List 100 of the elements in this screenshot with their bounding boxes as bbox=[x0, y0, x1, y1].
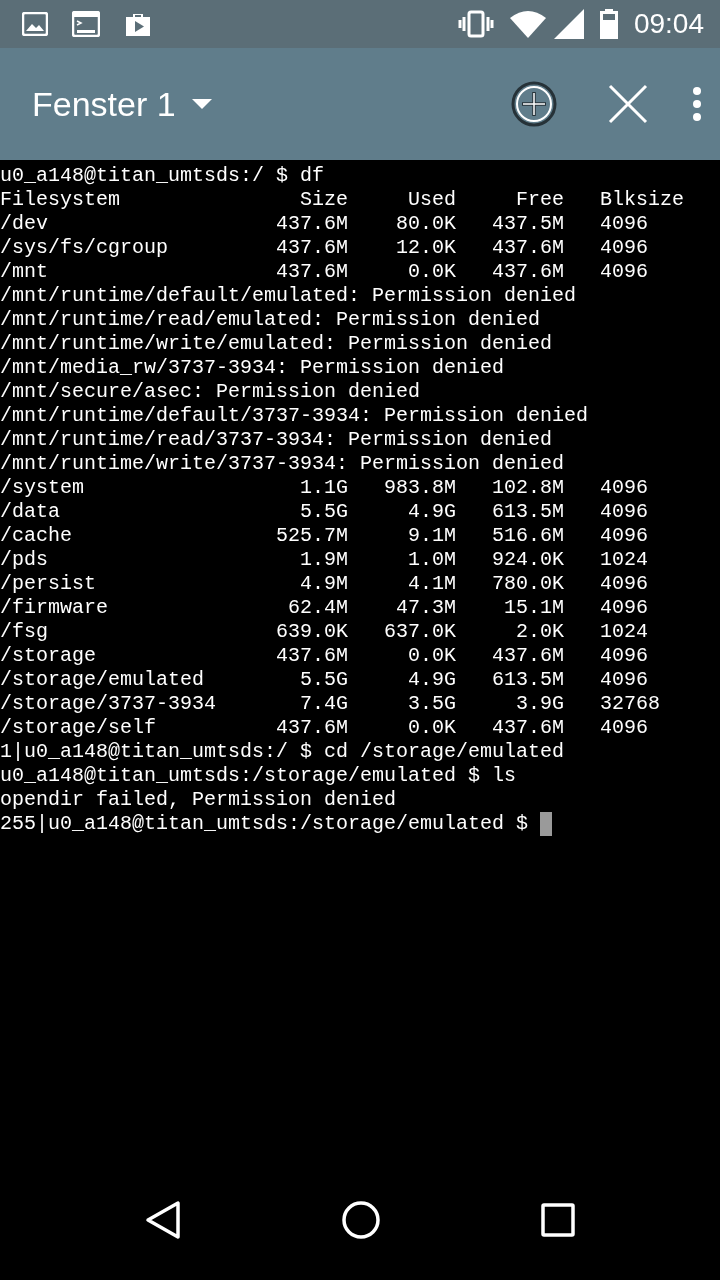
table-cell-text: 0.0K bbox=[407, 644, 457, 668]
table-cell-text: /cache bbox=[0, 524, 73, 548]
table-cell-text: 102.8M bbox=[491, 476, 565, 500]
column-header: Size bbox=[299, 188, 349, 212]
table-cell-text: 983.8M bbox=[383, 476, 457, 500]
vibrate-icon bbox=[457, 10, 494, 38]
table-cell-text: 437.6M bbox=[275, 260, 349, 284]
table-cell-text: 3.9G bbox=[515, 692, 565, 716]
table-cell-text: /storage/3737-3934 bbox=[0, 692, 218, 716]
menu-button[interactable] bbox=[692, 87, 702, 121]
table-cell-text: /sys/fs/cgroup bbox=[0, 236, 170, 260]
terminal-line: /mnt/media_rw/3737-3934: Permission denied bbox=[0, 356, 505, 379]
table-cell-text: 437.5M bbox=[491, 212, 565, 236]
table-cell-text: 4096 bbox=[600, 644, 650, 668]
table-cell-text: 4096 bbox=[600, 500, 650, 524]
table-cell-text: 4.9G bbox=[407, 500, 457, 524]
table-cell-text: 7.4G bbox=[299, 692, 349, 716]
table-cell-text: /storage bbox=[0, 644, 97, 668]
terminal-icon bbox=[72, 11, 100, 37]
table-cell-text: 437.6M bbox=[275, 716, 349, 740]
column-header: Filesystem bbox=[0, 188, 122, 212]
table-cell-text: 4096 bbox=[600, 572, 650, 596]
table-cell-text: 0.0K bbox=[407, 716, 457, 740]
table-cell-text: 4096 bbox=[600, 596, 650, 620]
table-cell-text: 437.6M bbox=[491, 644, 565, 668]
column-header: Blksize bbox=[600, 188, 686, 212]
table-cell-text: 780.0K bbox=[491, 572, 565, 596]
table-cell-text: 4096 bbox=[600, 260, 650, 284]
recents-button[interactable] bbox=[541, 1203, 575, 1237]
home-button[interactable] bbox=[341, 1200, 381, 1240]
table-cell-text: 4.9M bbox=[299, 572, 349, 596]
table-cell-text: 1.1G bbox=[299, 476, 349, 500]
table-cell-text: /data bbox=[0, 500, 61, 524]
status-time: 09:04 bbox=[633, 7, 704, 41]
add-button[interactable] bbox=[510, 80, 558, 128]
terminal-line: 255|u0_a148@titan_umtsds:/storage/emulated $ bbox=[0, 812, 529, 835]
terminal-line: /mnt/runtime/write/emulated: Permission denied bbox=[0, 332, 553, 355]
table-cell-text: 0.0K bbox=[407, 260, 457, 284]
terminal-line: u0_a148@titan_umtsds:/ $ df bbox=[0, 164, 325, 187]
column-header: Used bbox=[407, 188, 457, 212]
table-cell-text: 637.0K bbox=[383, 620, 457, 644]
table-cell-text: 613.5M bbox=[491, 668, 565, 692]
table-cell-text: 516.6M bbox=[491, 524, 565, 548]
table-cell-text: 9.1M bbox=[407, 524, 457, 548]
table-cell-text: 4.9G bbox=[407, 668, 457, 692]
table-cell-text: 5.5G bbox=[299, 668, 349, 692]
terminal-line: opendir failed, Permission denied bbox=[0, 788, 397, 811]
terminal-line: /mnt/runtime/write/3737-3934: Permission denied bbox=[0, 452, 565, 475]
terminal-line: u0_a148@titan_umtsds:/storage/emulated $ ls bbox=[0, 764, 517, 787]
table-cell-text: /system bbox=[0, 476, 85, 500]
table-cell-text: /storage/emulated bbox=[0, 668, 206, 692]
table-cell-text: 1.9M bbox=[299, 548, 349, 572]
table-cell-text: /fsg bbox=[0, 620, 49, 644]
terminal-line: 1|u0_a148@titan_umtsds:/ $ cd /storage/emulated bbox=[0, 740, 565, 763]
back-button[interactable] bbox=[145, 1200, 181, 1240]
table-cell-text: 437.6M bbox=[275, 644, 349, 668]
table-cell-text: 4096 bbox=[600, 524, 650, 548]
signal-icon bbox=[553, 9, 584, 39]
wifi-icon bbox=[509, 10, 546, 38]
table-cell-text: 5.5G bbox=[299, 500, 349, 524]
table-cell-text: 47.3M bbox=[395, 596, 457, 620]
table-cell-text: 1024 bbox=[600, 548, 650, 572]
table-cell-text: 1.0M bbox=[407, 548, 457, 572]
terminal-line: /mnt/runtime/read/3737-3934: Permission denied bbox=[0, 428, 553, 451]
terminal-line: /mnt/runtime/read/emulated: Permission denied bbox=[0, 308, 541, 331]
table-cell-text: 4096 bbox=[600, 212, 650, 236]
table-cell-text: 12.0K bbox=[395, 236, 457, 260]
table-cell-text: 4096 bbox=[600, 236, 650, 260]
table-cell-text: /mnt bbox=[0, 260, 49, 284]
cursor bbox=[540, 812, 553, 836]
table-cell-text: /pds bbox=[0, 548, 49, 572]
table-cell-text: 4096 bbox=[600, 476, 650, 500]
table-cell-text: 80.0K bbox=[395, 212, 457, 236]
table-cell-text: 32768 bbox=[600, 692, 662, 716]
table-cell-text: 437.6M bbox=[491, 236, 565, 260]
close-button[interactable] bbox=[608, 84, 648, 124]
table-cell-text: 639.0K bbox=[275, 620, 349, 644]
table-cell-text: 437.6M bbox=[275, 236, 349, 260]
table-cell-text: /dev bbox=[0, 212, 49, 236]
table-cell-text: 437.6M bbox=[275, 212, 349, 236]
table-cell-text: /firmware bbox=[0, 596, 110, 620]
table-cell-text: 525.7M bbox=[275, 524, 349, 548]
table-cell-text: /storage/self bbox=[0, 716, 158, 740]
table-cell-text: 4096 bbox=[600, 716, 650, 740]
table-cell-text: 4096 bbox=[600, 668, 650, 692]
image-icon bbox=[22, 12, 48, 36]
table-cell-text: 924.0K bbox=[491, 548, 565, 572]
table-cell-text: 3.5G bbox=[407, 692, 457, 716]
battery-icon bbox=[599, 9, 618, 39]
table-cell-text: /persist bbox=[0, 572, 97, 596]
column-header: Free bbox=[515, 188, 565, 212]
terminal-line: /mnt/runtime/default/3737-3934: Permission denied bbox=[0, 404, 589, 427]
table-cell-text: 15.1M bbox=[503, 596, 565, 620]
table-cell-text: 62.4M bbox=[287, 596, 349, 620]
table-cell-text: 4.1M bbox=[407, 572, 457, 596]
window-dropdown[interactable]: Fenster 1 bbox=[32, 84, 212, 124]
terminal-line: /mnt/secure/asec: Permission denied bbox=[0, 380, 421, 403]
table-cell-text: 437.6M bbox=[491, 716, 565, 740]
caret-icon bbox=[191, 99, 212, 109]
terminal-line: /mnt/runtime/default/emulated: Permission denied bbox=[0, 284, 577, 307]
